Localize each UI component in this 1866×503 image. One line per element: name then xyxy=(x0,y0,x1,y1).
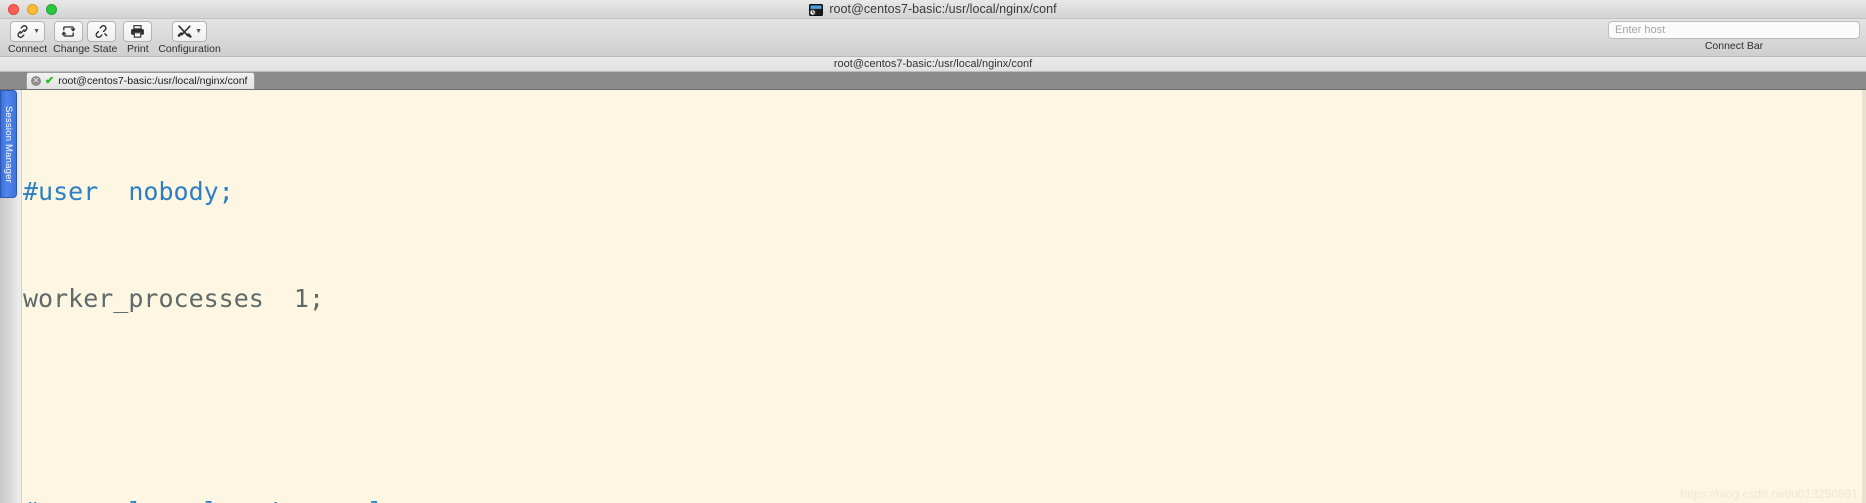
connect-button[interactable]: ▼ xyxy=(10,21,46,42)
terminal-icon xyxy=(809,3,824,16)
link-icon xyxy=(15,24,30,39)
main-toolbar: ▼ Connect Change State Print ▼ Configura… xyxy=(0,19,1866,57)
terminal-line: #user nobody; xyxy=(23,177,234,206)
disconnect-button[interactable] xyxy=(87,21,117,42)
app-window: root@centos7-basic:/usr/local/nginx/conf… xyxy=(0,0,1866,503)
terminal-text: #user nobody; worker_processes 1; #error… xyxy=(23,103,1866,503)
toolbar-label-connect: Connect xyxy=(8,43,48,55)
terminal-line: #error_log logs/error.log; xyxy=(23,494,1866,503)
toolbar-item-connect[interactable]: ▼ Connect xyxy=(8,19,47,55)
change-state-button[interactable] xyxy=(54,21,84,42)
toolbar-item-configuration[interactable]: ▼ Configuration xyxy=(158,19,221,55)
print-button[interactable] xyxy=(123,21,153,42)
terminal-scrollbar[interactable] xyxy=(1862,90,1866,503)
close-window-button[interactable] xyxy=(8,3,19,15)
tab-session-0[interactable]: ✕ ✔ root@centos7-basic:/usr/local/nginx/… xyxy=(26,72,256,89)
window-title-group: root@centos7-basic:/usr/local/nginx/conf xyxy=(0,0,1866,18)
terminal-line: worker_processes 1; xyxy=(23,283,325,313)
window-title: root@centos7-basic:/usr/local/nginx/conf xyxy=(829,2,1057,16)
terminal-area: Session Manager #user nobody; worker_pro… xyxy=(0,90,1866,503)
chevron-down-icon[interactable]: ▼ xyxy=(33,28,40,35)
toolbar-item-change-state[interactable]: Change State xyxy=(53,19,117,55)
session-manager-label: Session Manager xyxy=(3,105,14,183)
host-input[interactable] xyxy=(1608,21,1860,39)
minimize-window-button[interactable] xyxy=(27,3,38,15)
tools-icon xyxy=(177,24,192,39)
terminal-screen[interactable]: #user nobody; worker_processes 1; #error… xyxy=(22,90,1866,503)
broken-link-icon xyxy=(94,24,109,39)
configuration-button[interactable]: ▼ xyxy=(172,21,208,42)
session-path-text: root@centos7-basic:/usr/local/nginx/conf xyxy=(833,58,1033,70)
maximize-window-button[interactable] xyxy=(46,3,57,15)
printer-icon xyxy=(130,24,145,39)
toolbar-label-change-state: Change State xyxy=(53,43,118,55)
connect-bar: Connect Bar xyxy=(1608,21,1860,52)
chevron-down-icon[interactable]: ▼ xyxy=(195,28,202,35)
window-titlebar: root@centos7-basic:/usr/local/nginx/conf xyxy=(0,0,1866,19)
watermark: https://blog.csdn.net/u013250861 xyxy=(1680,487,1858,501)
sidebar-item-session-manager[interactable]: Session Manager xyxy=(0,90,17,198)
toolbar-item-print[interactable]: Print xyxy=(123,19,153,55)
tab-title: root@centos7-basic:/usr/local/nginx/conf xyxy=(58,75,248,87)
session-path-bar: root@centos7-basic:/usr/local/nginx/conf xyxy=(0,57,1866,72)
traffic-lights xyxy=(0,3,57,15)
close-icon[interactable]: ✕ xyxy=(31,76,41,86)
toolbar-label-configuration: Configuration xyxy=(158,43,221,55)
toolbar-label-print: Print xyxy=(127,43,149,55)
tab-strip: ✕ ✔ root@centos7-basic:/usr/local/nginx/… xyxy=(0,72,1866,90)
connect-bar-label: Connect Bar xyxy=(1704,40,1764,52)
check-icon: ✔ xyxy=(45,74,55,87)
repeat-icon xyxy=(61,24,76,39)
